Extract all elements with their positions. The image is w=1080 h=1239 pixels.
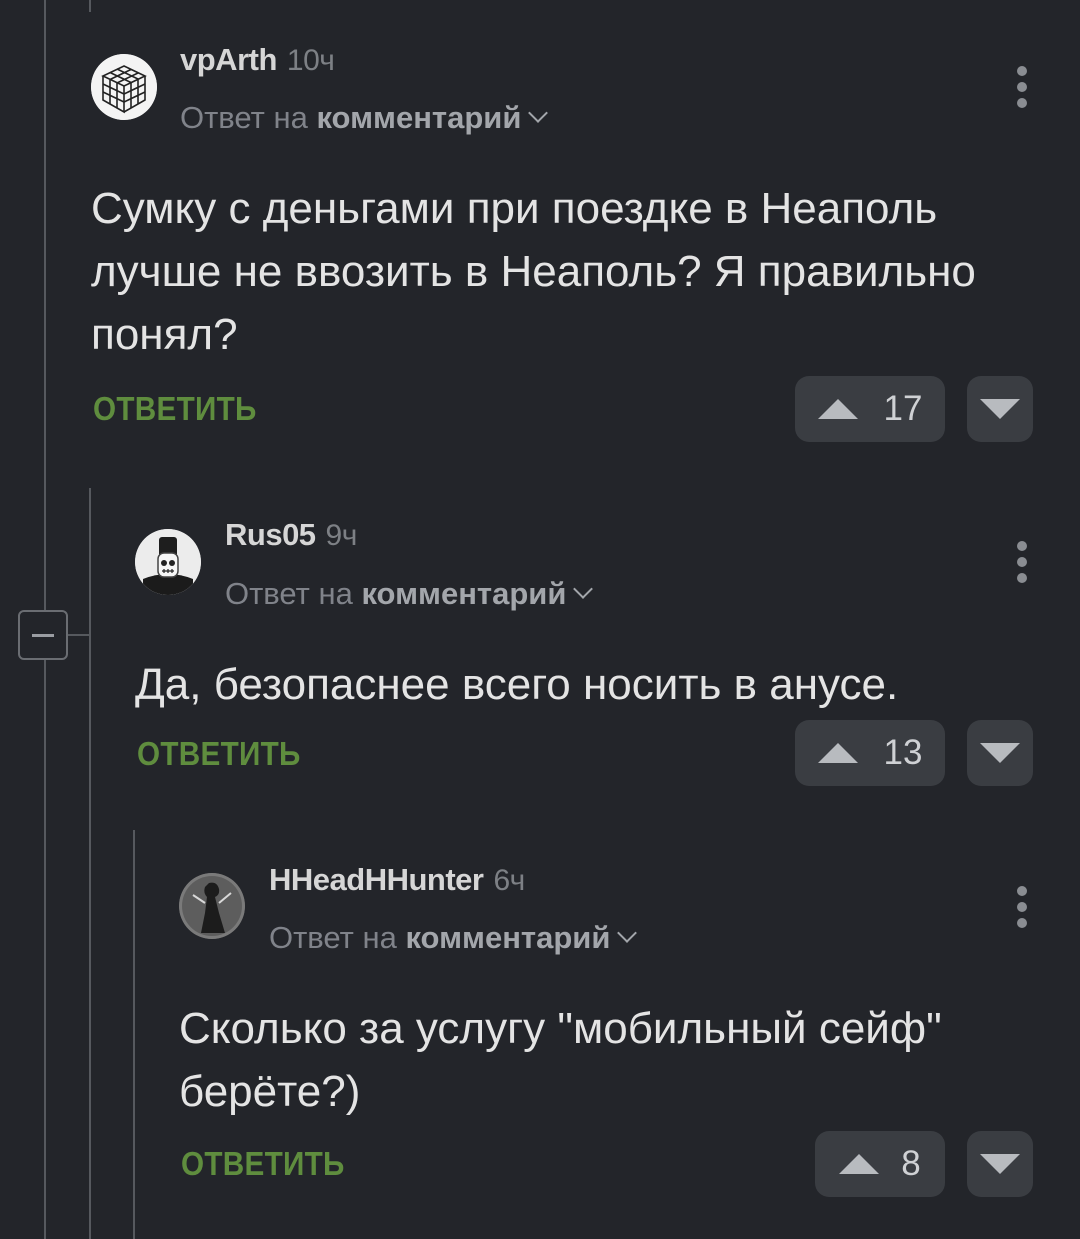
more-options-icon[interactable] [1015,541,1029,589]
username-text[interactable]: vpArth [180,42,277,77]
reply-to-prefix: Ответ на [269,920,397,955]
upvote-button[interactable]: 8 [815,1131,945,1197]
downvote-button[interactable] [967,376,1033,442]
reply-to-target[interactable]: комментарий [405,920,610,955]
rating-count: 17 [883,389,923,428]
thread-line-level-2 [133,830,135,1239]
downvote-arrow-icon [980,743,1020,763]
thread-line-level-1 [89,488,91,1239]
comment-time: 9ч [325,519,358,552]
comment-text: Да, безопаснее всего носить в анусе. [135,660,899,709]
chevron-down-icon[interactable] [528,103,549,123]
comment-time: 6ч [493,864,525,897]
comment-author[interactable]: HHeadHHunter 6ч [269,862,525,898]
downvote-button[interactable] [967,720,1033,786]
comment-author[interactable]: Rus05 9ч [225,517,357,553]
rating-count: 13 [883,733,923,772]
reply-to-info[interactable]: Ответ на комментарий [225,576,594,612]
more-options-icon[interactable] [1015,66,1029,114]
reply-to-info[interactable]: Ответ на комментарий [180,100,549,136]
skeleton-character-avatar[interactable] [135,529,201,595]
chevron-down-icon[interactable] [573,579,594,599]
reply-to-target[interactable]: комментарий [316,100,521,135]
reply-button[interactable]: ОТВЕТИТЬ [93,390,257,428]
comment-text: Сумку с деньгами при поездке в Неаполь л… [91,184,976,359]
reply-to-prefix: Ответ на [180,100,308,135]
downvote-arrow-icon [980,1154,1020,1174]
upvote-arrow-icon [817,399,858,419]
rubiks-cube-avatar[interactable] [91,54,157,120]
comment-author[interactable]: vpArth 10ч [180,42,335,78]
reply-button[interactable]: ОТВЕТИТЬ [181,1145,345,1183]
collapse-thread-button[interactable] [18,610,68,660]
chevron-down-icon[interactable] [617,923,638,943]
upvote-arrow-icon [839,1154,880,1174]
username-text[interactable]: HHeadHHunter [269,862,484,897]
thread-line-top-stub [89,0,91,12]
upvote-button[interactable]: 13 [795,720,945,786]
rating-count: 8 [901,1144,921,1183]
reply-button[interactable]: ОТВЕТИТЬ [137,735,301,773]
more-options-icon[interactable] [1015,886,1029,934]
dark-figure-avatar[interactable] [179,873,245,939]
upvote-button[interactable]: 17 [795,376,945,442]
comment-time: 10ч [286,44,335,77]
reply-to-target[interactable]: комментарий [361,576,566,611]
reply-to-prefix: Ответ на [225,576,353,611]
downvote-arrow-icon [980,399,1020,419]
username-text[interactable]: Rus05 [225,517,316,552]
reply-to-info[interactable]: Ответ на комментарий [269,920,638,956]
comment-text: Сколько за услугу "мобильный сейф" берёт… [179,1004,942,1116]
upvote-arrow-icon [817,743,858,763]
downvote-button[interactable] [967,1131,1033,1197]
